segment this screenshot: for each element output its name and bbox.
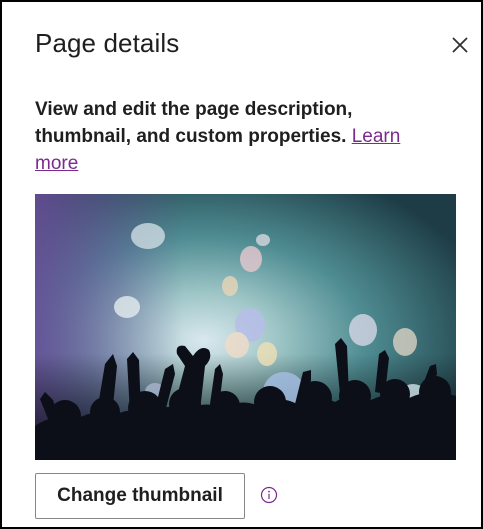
close-button[interactable] [447, 32, 473, 58]
close-icon [447, 32, 473, 58]
page-thumbnail-image [35, 194, 456, 460]
change-thumbnail-button[interactable]: Change thumbnail [35, 473, 245, 519]
panel-description: View and edit the page description, thum… [35, 96, 445, 177]
panel-title: Page details [35, 28, 180, 58]
description-text: View and edit the page description, thum… [35, 99, 353, 147]
page-details-panel: Page details View and edit the page desc… [0, 0, 483, 529]
info-icon[interactable] [260, 486, 278, 504]
